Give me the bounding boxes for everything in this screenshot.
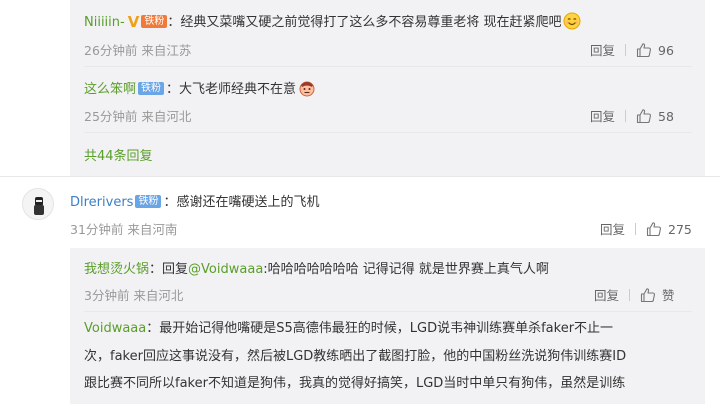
reply-2-actions: 回复 58 [590,106,674,125]
main-comment-text: 感谢还在嘴硬送上的飞机 [176,195,320,210]
avatar-figure-icon [34,197,44,215]
reply-2-username[interactable]: 这么笨啊 [84,82,136,97]
divider [629,289,631,301]
main-comment-meta: 31分钟前 来自河南 [70,222,178,237]
reply-1-meta: 26分钟前 来自江苏 [84,43,192,58]
main-comment-line: Dlrerivers 铁粉 ：感谢还在嘴硬送上的飞机 [70,195,320,210]
nested-reply-text: :哈哈哈哈哈哈哈 记得记得 就是世界赛上真气人啊 [263,262,549,277]
quoted-username[interactable]: Voidwaaa [84,321,146,336]
smile-emoji-icon [563,12,581,30]
quoted-line-1: Voidwaaa：最开始记得他嘴硬是S5高德伟最狂的时候，LGD说韦神训练赛单杀… [84,321,614,336]
reply-button[interactable]: 回复 [600,222,625,237]
fan-badge: 铁粉 [138,82,165,95]
quoted-text-1: 最开始记得他嘴硬是S5高德伟最狂的时候，LGD说韦神训练赛单杀faker不止一 [159,321,614,336]
quoted-text-3: 跟比赛不同所以faker不知道是狗伟，我真的觉得好搞笑，LGD当时中单只有狗伟，… [84,376,626,391]
fan-badge: 铁粉 [135,195,162,208]
reply-1-line: Niiiiin- V 铁粉 ：经典又菜嘴又硬之前觉得打了这么多不容易尊重老将 现在赶紧… [84,11,581,31]
more-replies-link[interactable]: 共44条回复 [84,145,153,164]
thumbs-up-icon[interactable] [646,221,662,237]
nested-reply-actions: 回复 赞 [594,285,675,304]
main-comment-like-count: 275 [668,222,692,237]
reply-button[interactable]: 回复 [594,288,619,303]
thumbs-up-icon[interactable] [636,42,652,58]
divider [84,132,692,133]
main-comment-username[interactable]: Dlrerivers [70,195,133,210]
nested-reply-line: 我想烫火锅：回复@Voidwaaa:哈哈哈哈哈哈哈 记得记得 就是世界赛上真气人… [84,262,549,277]
reply-2-line: 这么笨啊 铁粉 ：大飞老师经典不在意 [84,78,316,97]
quoted-text-2: 次，faker回应这事说没有，然后被LGD教练晒出了截图打脸，他的中国粉丝洗说狗… [84,349,627,364]
divider [0,176,720,177]
thumbs-up-icon[interactable] [640,287,656,303]
divider [84,66,692,67]
reply-1-actions: 回复 96 [590,40,674,59]
divider [625,44,627,56]
like-label: 赞 [662,288,675,303]
verified-icon: V [127,13,140,31]
thumbs-up-icon[interactable] [636,108,652,124]
reply-button[interactable]: 回复 [590,43,615,58]
reply-1-text: 经典又菜嘴又硬之前觉得打了这么多不容易尊重老将 现在赶紧爬吧 [180,15,562,30]
divider [625,110,627,122]
mention-link[interactable]: @Voidwaaa [188,262,263,277]
fan-badge: 铁粉 [141,15,168,28]
reply-button[interactable]: 回复 [590,109,615,124]
avatar[interactable] [22,188,54,220]
reply-2-text: 大飞老师经典不在意 [179,82,297,97]
reply-2-meta: 25分钟前 来自河北 [84,109,192,124]
reply-2-like-count: 58 [658,109,674,124]
main-comment-actions: 回复 275 [600,219,692,238]
divider [635,223,637,235]
reply-1-username[interactable]: Niiiiin- [84,15,125,30]
nested-reply-meta: 3分钟前 来自河北 [84,288,184,303]
divider [84,311,692,312]
nested-reply-prefix: 回复 [162,262,189,277]
nested-reply-username[interactable]: 我想烫火锅 [84,262,149,277]
face-emoji-icon [299,81,315,97]
reply-1-like-count: 96 [658,43,674,58]
